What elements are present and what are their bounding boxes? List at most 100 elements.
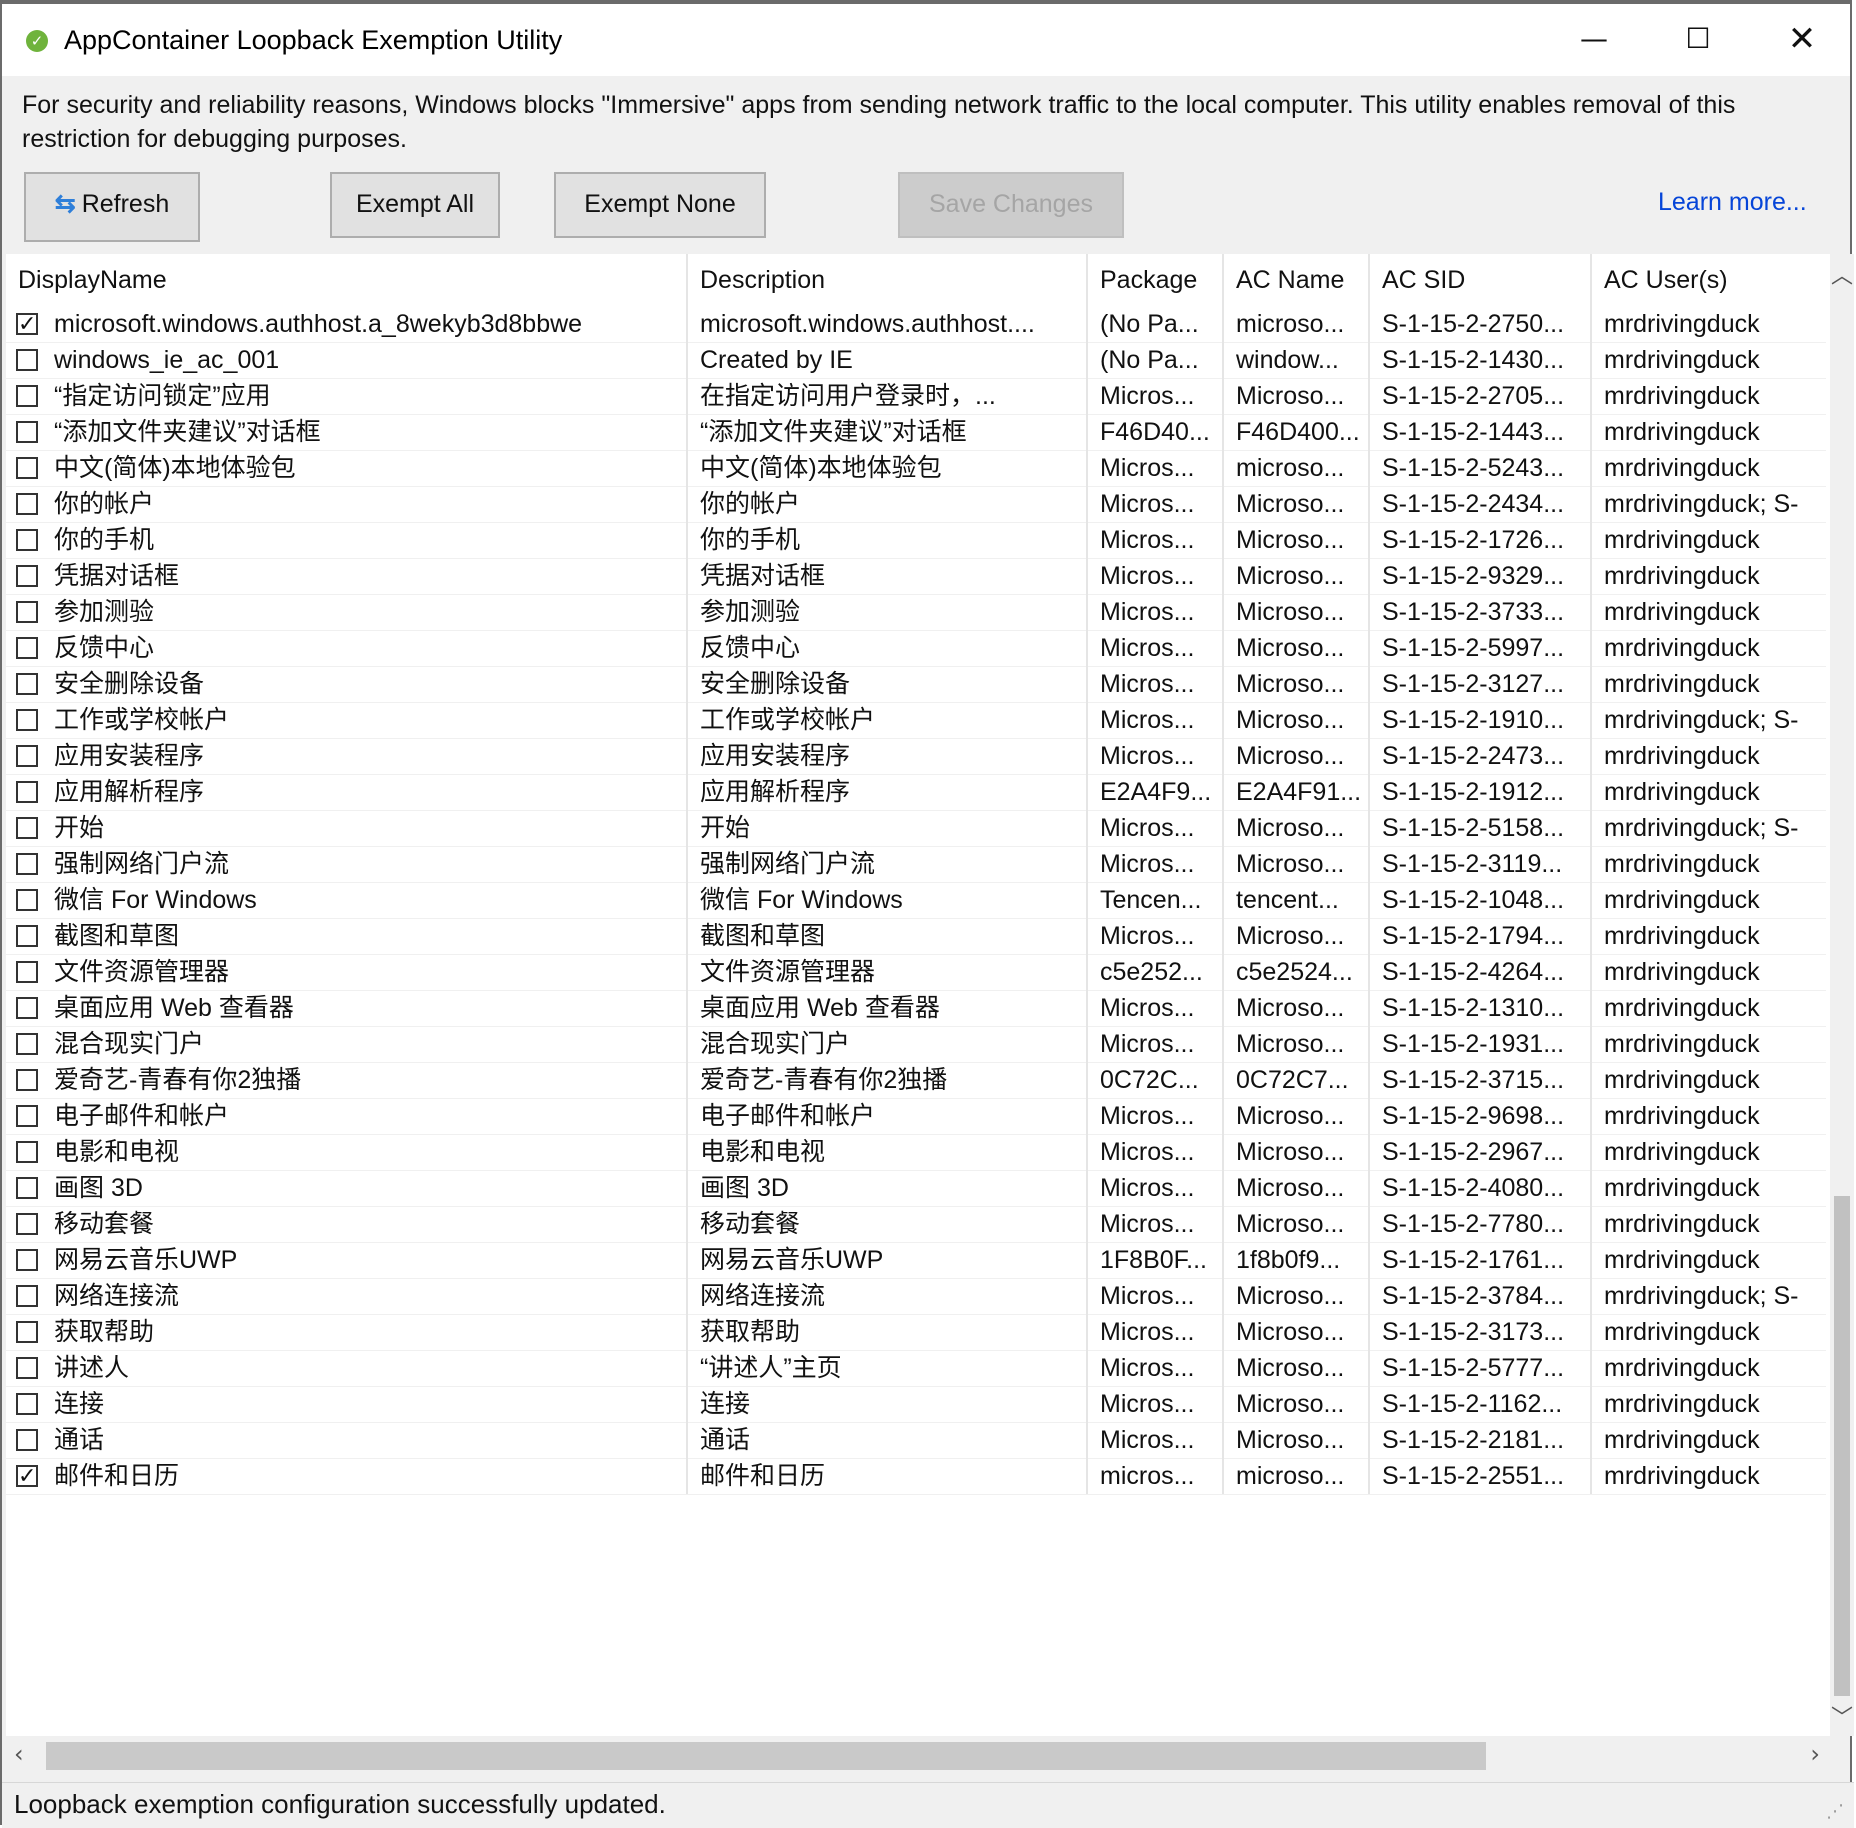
exempt-checkbox[interactable] <box>16 1249 38 1271</box>
table-row[interactable]: 网易云音乐UWP 网易云音乐UWP 1F8B0F... 1f8b0f9... S-1-1… <box>6 1242 1826 1279</box>
table-row[interactable]: 你的手机 你的手机 Micros... Microso... S-1-15-2-1726… <box>6 522 1826 559</box>
scroll-down-icon[interactable]: ﹀ <box>1830 1700 1854 1732</box>
table-row[interactable]: 画图 3D 画图 3D Micros... Microso... S-1-15-2-40… <box>6 1170 1826 1207</box>
scroll-left-icon[interactable]: ‹ <box>14 1740 24 1768</box>
table-row[interactable]: 你的帐户 你的帐户 Micros... Microso... S-1-15-2-2434… <box>6 486 1826 523</box>
cell-package: Micros... <box>1088 630 1224 666</box>
maximize-button[interactable]: ☐ <box>1646 4 1750 76</box>
column-header-ac-name[interactable]: AC Name <box>1224 254 1370 306</box>
table-row[interactable]: 应用解析程序 应用解析程序 E2A4F9... E2A4F91... S-1-15-2-… <box>6 774 1826 811</box>
column-header-package[interactable]: Package <box>1088 254 1224 306</box>
column-header-ac-users[interactable]: AC User(s) <box>1592 254 1826 306</box>
exempt-checkbox[interactable] <box>16 781 38 803</box>
table-row[interactable]: 安全删除设备 安全删除设备 Micros... Microso... S-1-15-2-… <box>6 666 1826 703</box>
exempt-checkbox[interactable] <box>16 1033 38 1055</box>
exempt-checkbox[interactable] <box>16 925 38 947</box>
exempt-checkbox[interactable] <box>16 817 38 839</box>
table-row[interactable]: 讲述人 “讲述人”主页 Micros... Microso... S-1-15-2-57… <box>6 1350 1826 1387</box>
table-row[interactable]: 参加测验 参加测验 Micros... Microso... S-1-15-2-3733… <box>6 594 1826 631</box>
exempt-checkbox[interactable] <box>16 1393 38 1415</box>
table-row[interactable]: 强制网络门户流 强制网络门户流 Micros... Microso... S-1-15-… <box>6 846 1826 883</box>
exempt-checkbox[interactable] <box>16 709 38 731</box>
exempt-checkbox[interactable] <box>16 457 38 479</box>
column-header-description[interactable]: Description <box>688 254 1088 306</box>
horizontal-scrollbar[interactable]: ‹ › <box>6 1736 1830 1776</box>
exempt-checkbox[interactable] <box>16 1429 38 1451</box>
table-row[interactable]: 微信 For Windows 微信 For Windows Tencen... ten… <box>6 882 1826 919</box>
exempt-checkbox[interactable] <box>16 1285 38 1307</box>
table-row[interactable]: 中文(简体)本地体验包 中文(简体)本地体验包 Micros... microso..… <box>6 450 1826 487</box>
exempt-checkbox[interactable] <box>16 997 38 1019</box>
refresh-button[interactable]: ⇆ Refresh <box>24 172 200 242</box>
exempt-checkbox[interactable] <box>16 1105 38 1127</box>
minimize-button[interactable]: — <box>1542 4 1646 76</box>
table-row[interactable]: 截图和草图 截图和草图 Micros... Microso... S-1-15-2-17… <box>6 918 1826 955</box>
table-row[interactable]: windows_ie_ac_001 Created by IE (No Pa... w… <box>6 342 1826 379</box>
exempt-checkbox[interactable] <box>16 349 38 371</box>
table-row[interactable]: 文件资源管理器 文件资源管理器 c5e252... c5e2524... S-1-15-… <box>6 954 1826 991</box>
exempt-checkbox[interactable] <box>16 1357 38 1379</box>
learn-more-link[interactable]: Learn more... <box>1658 188 1807 217</box>
scroll-right-icon[interactable]: › <box>1810 1740 1820 1768</box>
exempt-checkbox[interactable] <box>16 385 38 407</box>
cell-displayname: 电影和电视 <box>6 1134 688 1170</box>
table-row[interactable]: “指定访问锁定”应用 在指定访问用户登录时，... Micros... Microso… <box>6 378 1826 415</box>
exempt-checkbox[interactable] <box>16 493 38 515</box>
table-row[interactable]: 开始 开始 Micros... Microso... S-1-15-2-5158... m… <box>6 810 1826 847</box>
table-row[interactable]: 反馈中心 反馈中心 Micros... Microso... S-1-15-2-5997… <box>6 630 1826 667</box>
exempt-checkbox[interactable] <box>16 1141 38 1163</box>
close-button[interactable]: ✕ <box>1750 4 1854 76</box>
exempt-all-button[interactable]: Exempt All <box>330 172 500 238</box>
cell-description: 凭据对话框 <box>688 558 1088 594</box>
refresh-icon: ⇆ <box>54 190 76 218</box>
exempt-checkbox[interactable] <box>16 745 38 767</box>
table-row[interactable]: “添加文件夹建议”对话框 “添加文件夹建议”对话框 F46D40... F46D400… <box>6 414 1826 451</box>
exempt-checkbox[interactable] <box>16 1069 38 1091</box>
table-row[interactable]: 应用安装程序 应用安装程序 Micros... Microso... S-1-15-2-… <box>6 738 1826 775</box>
cell-ac-users: mrdrivingduck <box>1604 1174 1760 1202</box>
exempt-checkbox[interactable] <box>16 1177 38 1199</box>
column-header-ac-sid[interactable]: AC SID <box>1370 254 1592 306</box>
table-row[interactable]: 电影和电视 电影和电视 Micros... Microso... S-1-15-2-29… <box>6 1134 1826 1171</box>
vertical-scroll-thumb[interactable] <box>1834 1196 1850 1696</box>
table-row[interactable]: ✓ microsoft.windows.authhost.a_8wekyb3d8b… <box>6 306 1826 343</box>
table-row[interactable]: 网络连接流 网络连接流 Micros... Microso... S-1-15-2-37… <box>6 1278 1826 1315</box>
table-row[interactable]: 工作或学校帐户 工作或学校帐户 Micros... Microso... S-1-15-… <box>6 702 1826 739</box>
exempt-checkbox[interactable] <box>16 961 38 983</box>
exempt-checkbox[interactable]: ✓ <box>16 313 38 335</box>
exempt-checkbox[interactable] <box>16 673 38 695</box>
cell-ac-sid: S-1-15-2-2434... <box>1370 486 1592 522</box>
table-row[interactable]: 凭据对话框 凭据对话框 Micros... Microso... S-1-15-2-93… <box>6 558 1826 595</box>
table-row[interactable]: 混合现实门户 混合现实门户 Micros... Microso... S-1-15-2-… <box>6 1026 1826 1063</box>
table-row[interactable]: 爱奇艺-青春有你2独播 爱奇艺-青春有你2独播 0C72C... 0C72C7... S… <box>6 1062 1826 1099</box>
exempt-checkbox[interactable] <box>16 853 38 875</box>
resize-grip-icon[interactable]: ⋰ <box>1826 1801 1844 1822</box>
cell-description: 通话 <box>688 1422 1088 1458</box>
exempt-checkbox[interactable]: ✓ <box>16 1465 38 1487</box>
exempt-checkbox[interactable] <box>16 889 38 911</box>
horizontal-scroll-thumb[interactable] <box>46 1742 1486 1770</box>
table-row[interactable]: 桌面应用 Web 查看器 桌面应用 Web 查看器 Micros... Microso… <box>6 990 1826 1027</box>
vertical-scrollbar[interactable]: ︿ ﹀ <box>1830 254 1854 1736</box>
scroll-up-icon[interactable]: ︿ <box>1830 258 1854 290</box>
cell-package: Micros... <box>1088 522 1224 558</box>
table-row[interactable]: 获取帮助 获取帮助 Micros... Microso... S-1-15-2-3173… <box>6 1314 1826 1351</box>
table-row[interactable]: ✓ 邮件和日历 邮件和日历 micros... microso... S-1-15-2-2… <box>6 1458 1826 1495</box>
table-row[interactable]: 通话 通话 Micros... Microso... S-1-15-2-2181... m… <box>6 1422 1826 1459</box>
exempt-checkbox[interactable] <box>16 1321 38 1343</box>
exempt-checkbox[interactable] <box>16 565 38 587</box>
title-bar[interactable]: ✓ AppContainer Loopback Exemption Utilit… <box>2 4 1850 76</box>
table-row[interactable]: 连接 连接 Micros... Microso... S-1-15-2-1162... m… <box>6 1386 1826 1423</box>
table-row[interactable]: 移动套餐 移动套餐 Micros... Microso... S-1-15-2-7780… <box>6 1206 1826 1243</box>
table-row[interactable]: 电子邮件和帐户 电子邮件和帐户 Micros... Microso... S-1-15-… <box>6 1098 1826 1135</box>
exempt-checkbox[interactable] <box>16 421 38 443</box>
exempt-checkbox[interactable] <box>16 1213 38 1235</box>
exempt-checkbox[interactable] <box>16 529 38 551</box>
column-header-displayname[interactable]: DisplayName <box>6 254 688 306</box>
cell-ac-name: microso... <box>1224 1458 1370 1494</box>
exempt-checkbox[interactable] <box>16 601 38 623</box>
save-changes-button[interactable]: Save Changes <box>898 172 1124 238</box>
exempt-checkbox[interactable] <box>16 637 38 659</box>
exempt-none-button[interactable]: Exempt None <box>554 172 766 238</box>
cell-displayname: 混合现实门户 <box>6 1026 688 1062</box>
